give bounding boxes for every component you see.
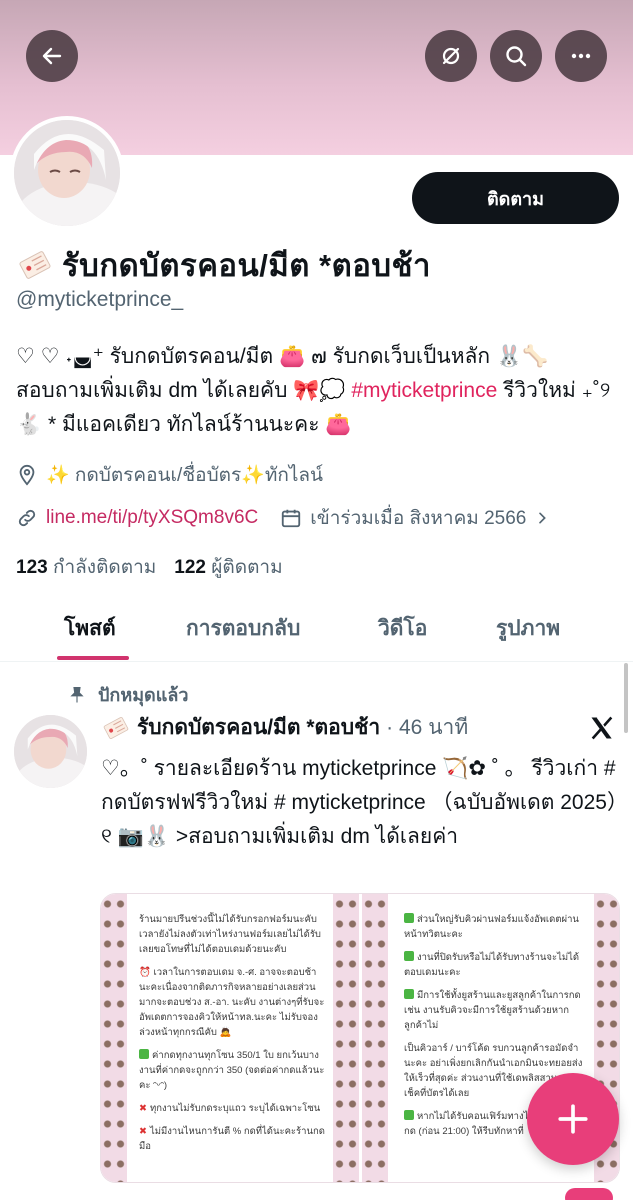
tab-videos[interactable]: วิดีโอ [378,612,427,645]
profile-tabs: โพสต์ การตอบกลับ วิดีโอ รูปภาพ [0,598,633,662]
eye-slash-icon [442,47,460,65]
media-left-p3: ค่ากดทุกงานทุกโซน 350/1 ใบ ยกเว้นบางงานท… [139,1050,325,1091]
tab-replies[interactable]: การตอบกลับ [186,612,300,645]
post-header: รับกดบัตรคอน/มีต *ตอบช้า · 46 นาที [101,711,468,744]
media-left-p2: ⏰ เวลาในการตอบเดม จ.-ศ. อาจจะตอบช้านะคะเ… [139,967,325,1038]
media-left-p1: ร้านมายปรีนช่วงนี้ไม่ได้รับกรอกฟอร์มนะคั… [139,914,321,955]
media-left-p4: ทุกงานไม่รับกดระบุแถว ระบุได้เฉพาะโซน [149,1103,321,1114]
post-avatar[interactable] [14,715,87,788]
location-icon [19,464,35,486]
profile-handle: @myticketprince_ [16,288,184,311]
ticket-emoji-icon [103,716,129,739]
media-image-left[interactable]: ร้านมายปรีนช่วงนี้ไม่ได้รับกรอกฟอร์มนะคั… [101,894,359,1182]
more-button[interactable] [555,30,607,82]
join-date[interactable]: เข้าร่วมเมื่อ สิงหาคม 2566 [280,503,550,533]
pinned-indicator: ปักหมุดแล้ว [68,680,188,709]
pinned-label: ปักหมุดแล้ว [98,685,189,705]
ticket-emoji-icon [19,251,51,279]
post-author[interactable]: รับกดบัตรคอน/มีต *ตอบช้า [137,711,380,744]
following-count: 123 [16,557,48,578]
profile-link[interactable]: line.me/ti/p/tyXSQm8v6C [46,507,258,529]
tab-indicator [57,656,129,660]
chevron-right-icon [539,512,547,524]
tab-photos[interactable]: รูปภาพ [496,612,560,645]
follow-stats: 123 กำลังติดตาม 122 ผู้ติดตาม [16,552,283,582]
location-text: ✨ กดบัตรคอนเ/ชื่อบัตร✨ทักไลน์ [46,465,324,486]
bio-hashtag[interactable]: #myticketprince [351,379,497,402]
profile-avatar[interactable] [10,116,124,230]
tab-posts[interactable]: โพสต์ [64,612,116,645]
following-stat[interactable]: 123 กำลังติดตาม [16,552,156,582]
follow-button[interactable]: ติดตาม [412,172,619,224]
link-icon [18,509,36,527]
post-time[interactable]: · 46 นาที [386,711,468,744]
link-row: line.me/ti/p/tyXSQm8v6C เข้าร่วมเมื่อ สิ… [16,503,550,533]
plus-icon [558,1104,588,1134]
compose-button[interactable] [527,1073,619,1165]
arrow-left-icon [42,47,62,65]
followers-count: 122 [174,557,206,578]
location-row: ✨ กดบัตรคอนเ/ชื่อบัตร✨ทักไลน์ [16,460,323,490]
following-label: กำลังติดตาม [52,557,157,578]
profile-bio: ♡ ♡ ˖◛⁺ รับกดบัตรคอน/มีต 👛 ๗ รับกดเว็บเป… [16,340,621,442]
mute-button[interactable] [425,30,477,82]
join-date-text: เข้าร่วมเมื่อ สิงหาคม 2566 [310,508,527,529]
search-icon [506,46,527,67]
back-button[interactable] [26,30,78,82]
notification-badge[interactable] [565,1188,613,1200]
media-right-p3: มีการใช้ทั้งยูสร้านและยูสลูกค้าในการกด เ… [404,990,581,1031]
display-name-text: รับกดบัตรคอน/มีต *ตอบช้า [62,248,431,283]
display-name: รับกดบัตรคอน/มีต *ตอบช้า [16,240,431,290]
x-logo-icon [588,714,616,747]
pin-icon [70,686,84,702]
media-left-text: ร้านมายปรีนช่วงนี้ไม่ได้รับกรอกฟอร์มนะคั… [139,914,325,1152]
media-left-p5: ไม่มีงานไหนการันตี % กดที่ได้นะคะร้านกดม… [139,1126,325,1152]
calendar-icon [282,509,301,528]
followers-stat[interactable]: 122 ผู้ติดตาม [174,552,282,582]
media-right-p1: ส่วนใหญ่รับคิวผ่านฟอร์มแจ้งอัพเดตผ่านหน้… [404,914,579,940]
post-text: ♡。˚ รายละเอียดร้าน myticketprince 🏹✿ ˚ 。… [101,757,618,848]
more-horizontal-icon [571,53,591,59]
followers-label: ผู้ติดตาม [211,557,283,578]
search-button[interactable] [490,30,542,82]
scrollbar[interactable] [624,663,628,733]
media-right-p2: งานที่ปิดรับหรือไม่ได้รับทางร้านจะไม่ได้… [404,952,580,978]
